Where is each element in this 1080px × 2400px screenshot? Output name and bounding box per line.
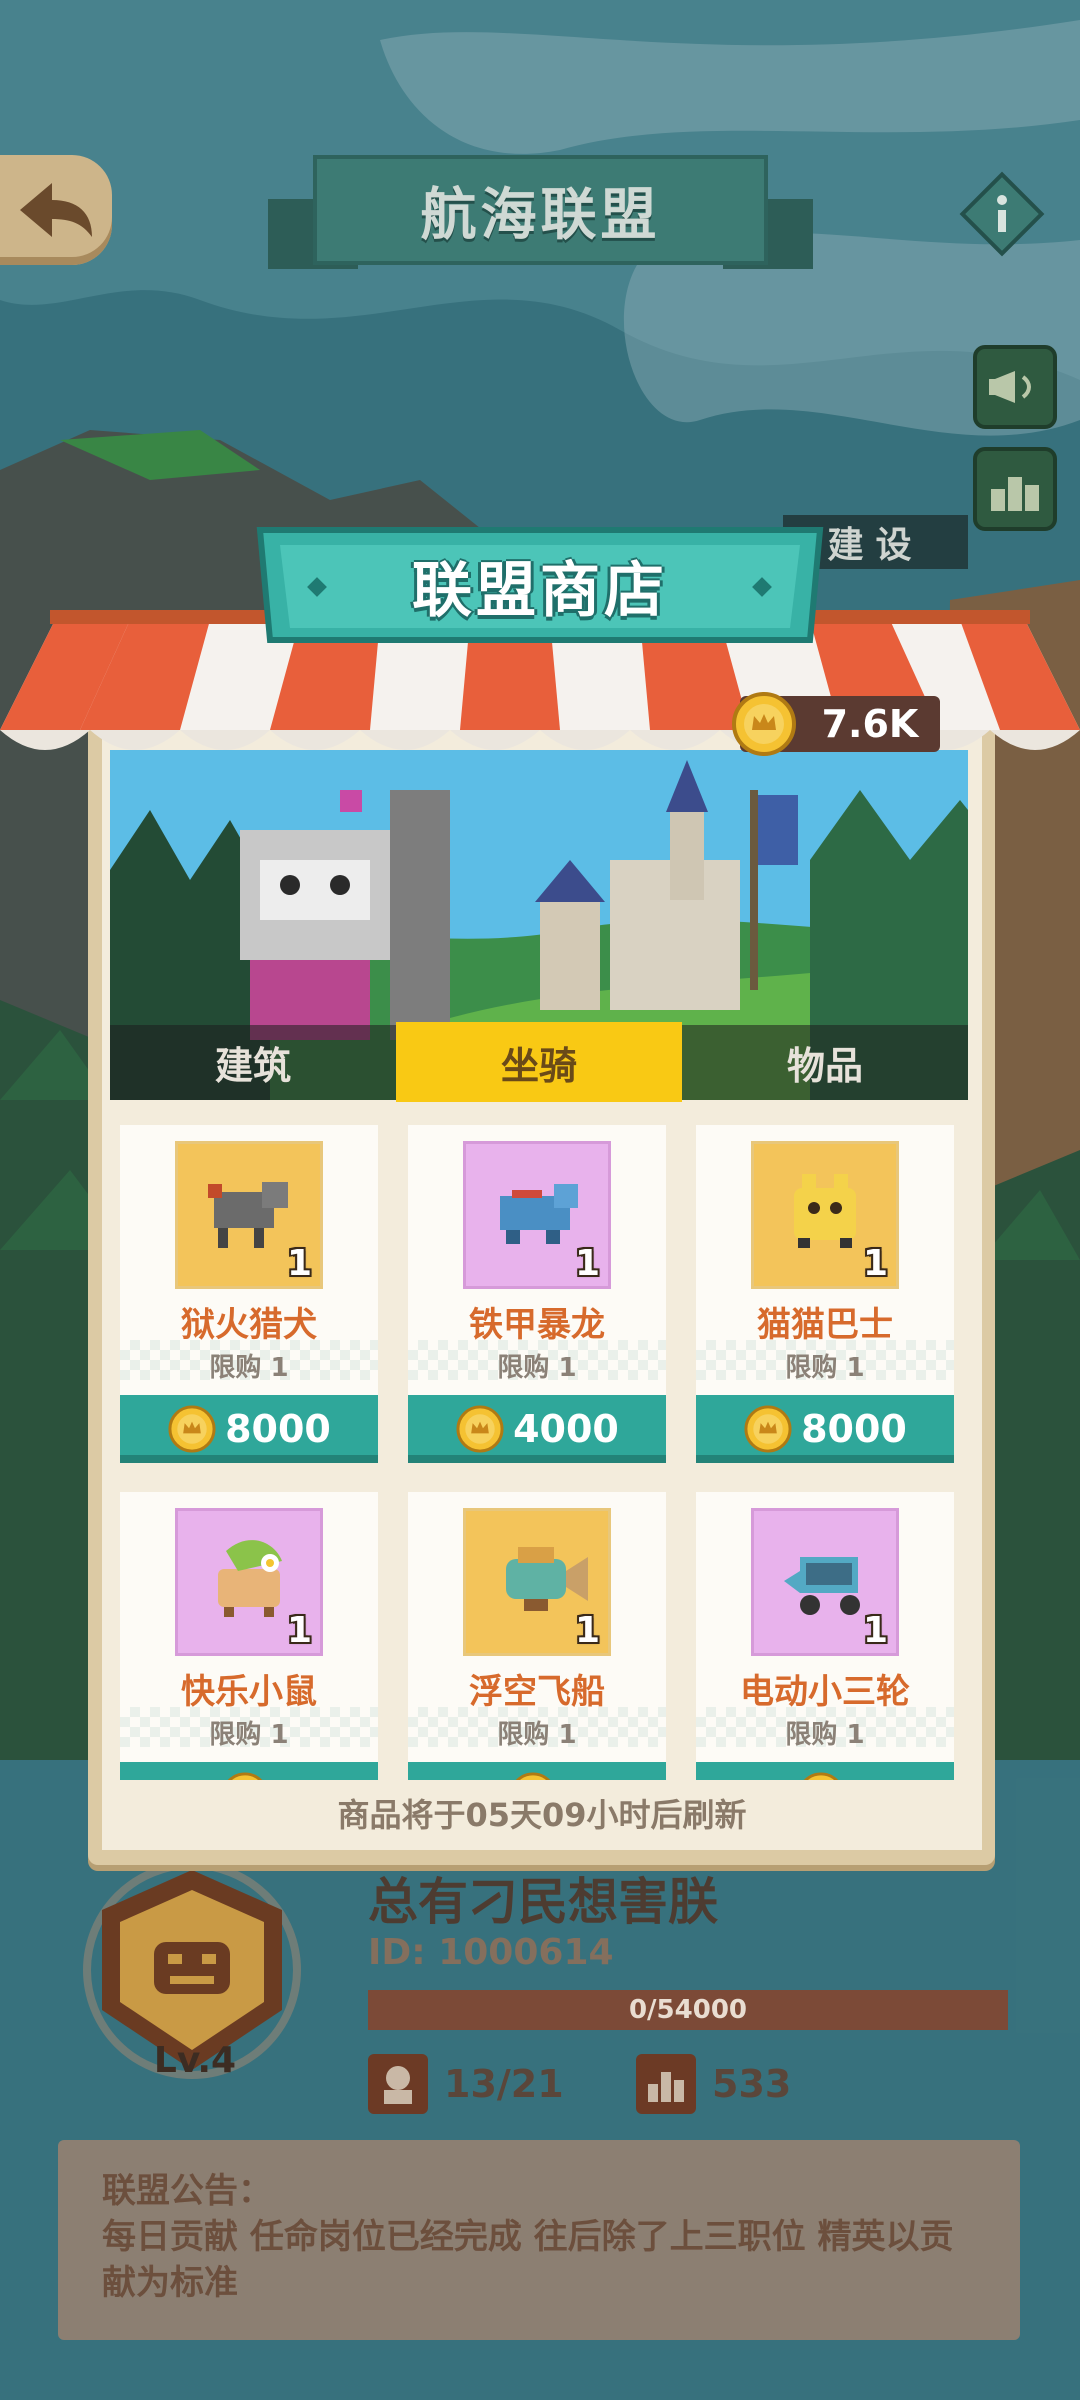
item-limit: 限购 1 [209, 1720, 289, 1750]
item-quantity: 1 [574, 1610, 600, 1651]
tab-buildings[interactable]: 建筑 [110, 1025, 396, 1100]
info-button[interactable] [958, 170, 1046, 258]
coin-icon [744, 1405, 792, 1453]
power-icon [636, 2054, 696, 2114]
buy-button[interactable]: 4000 [408, 1395, 666, 1463]
item-quantity: 1 [286, 1610, 312, 1651]
currency-value: 7.6K [821, 702, 919, 746]
item-card[interactable]: 1 快乐小鼠 限购 1 [120, 1492, 378, 1780]
item-quantity: 1 [286, 1243, 312, 1284]
ranking-button[interactable] [973, 447, 1057, 531]
shop-tabs: 建筑 坐骑 物品 [110, 1022, 968, 1102]
buy-button[interactable] [696, 1762, 954, 1780]
item-card[interactable]: 1 狱火猎犬 限购 1 8000 [120, 1125, 378, 1463]
member-count: 13/21 [444, 2062, 564, 2106]
item-limit: 限购 1 [497, 1353, 577, 1383]
buy-button[interactable] [120, 1762, 378, 1780]
item-name: 铁甲暴龙 [469, 1305, 605, 1345]
item-quantity: 1 [862, 1610, 888, 1651]
buy-button[interactable]: 8000 [696, 1395, 954, 1463]
item-name: 狱火猎犬 [181, 1305, 317, 1345]
coin-icon [168, 1405, 216, 1453]
tab-mounts[interactable]: 坐骑 [396, 1022, 682, 1102]
item-thumbnail: 1 [175, 1508, 323, 1656]
item-name: 猫猫巴士 [757, 1305, 893, 1345]
coin-icon [227, 1772, 263, 1780]
item-name: 电动小三轮 [740, 1672, 910, 1712]
item-price: 8000 [225, 1407, 331, 1451]
ranking-icon [991, 477, 1039, 511]
megaphone-icon [989, 371, 1031, 403]
alliance-id: ID: 1000614 [368, 1932, 614, 1973]
coin-icon [803, 1772, 839, 1780]
title-ribbon: 航海联盟 [268, 155, 813, 275]
back-button[interactable] [0, 155, 112, 265]
item-quantity: 1 [862, 1243, 888, 1284]
item-card[interactable]: 1 铁甲暴龙 限购 1 4000 [408, 1125, 666, 1463]
item-quantity: 1 [574, 1243, 600, 1284]
notice-title: 联盟公告： [102, 2171, 272, 2211]
item-thumbnail: 1 [751, 1141, 899, 1289]
notice-text: 每日贡献 任命岗位已经完成 往后除了上三职位 精英以贡献为标准 [102, 2217, 954, 2303]
item-card[interactable]: 1 浮空飞船 限购 1 [408, 1492, 666, 1780]
alliance-progress-text: 0/54000 [628, 1995, 748, 2025]
alliance-name: 总有刁民想害朕 [368, 1873, 718, 1931]
coin-icon [456, 1405, 504, 1453]
buy-button[interactable]: 8000 [120, 1395, 378, 1463]
tab-items[interactable]: 物品 [682, 1025, 968, 1100]
buy-button[interactable] [408, 1762, 666, 1780]
power-count: 533 [712, 2062, 792, 2106]
item-thumbnail: 1 [463, 1508, 611, 1656]
item-name: 快乐小鼠 [181, 1672, 317, 1712]
item-limit: 限购 1 [785, 1353, 865, 1383]
item-grid: 1 狱火猎犬 限购 1 8000 1 铁甲暴龙 限购 1 4000 1 猫猫巴士… [118, 1120, 960, 1780]
item-price: 8000 [801, 1407, 907, 1451]
coin-icon [515, 1772, 551, 1780]
item-thumbnail: 1 [175, 1141, 323, 1289]
item-name: 浮空飞船 [469, 1672, 605, 1712]
item-limit: 限购 1 [785, 1720, 865, 1750]
members-icon [368, 2054, 428, 2114]
item-price: 4000 [513, 1407, 619, 1451]
item-thumbnail: 1 [463, 1141, 611, 1289]
refresh-timer: 商品将于05天09小时后刷新 [337, 1796, 747, 1834]
item-card[interactable]: 1 电动小三轮 限购 1 [696, 1492, 954, 1780]
back-arrow-icon [20, 183, 92, 237]
alliance-level: Lv.4 [153, 2040, 237, 2081]
item-card[interactable]: 1 猫猫巴士 限购 1 8000 [696, 1125, 954, 1463]
announcement-button[interactable] [973, 345, 1057, 429]
shop-title: 联盟商店 [412, 555, 668, 626]
coin-icon [732, 692, 796, 756]
page-title: 航海联盟 [420, 182, 661, 248]
item-limit: 限购 1 [497, 1720, 577, 1750]
item-limit: 限购 1 [209, 1353, 289, 1383]
item-thumbnail: 1 [751, 1508, 899, 1656]
info-icon [959, 171, 1045, 257]
